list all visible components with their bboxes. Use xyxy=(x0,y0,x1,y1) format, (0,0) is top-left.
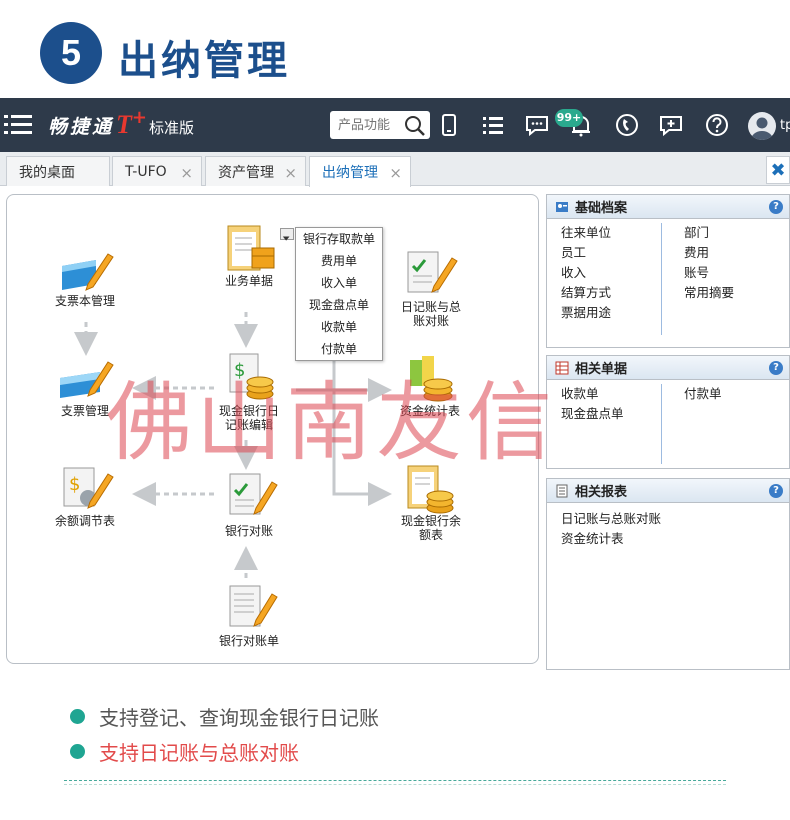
basic-link-department[interactable]: 部门 xyxy=(684,223,734,243)
bank-statement-icon[interactable] xyxy=(222,580,282,636)
feature-bullet-1: 支持登记、查询现金银行日记账 xyxy=(70,702,379,731)
node-balance-line-2: 额表 xyxy=(418,528,443,542)
basic-link-summary[interactable]: 常用摘要 xyxy=(684,283,734,303)
node-balance-adjust-label[interactable]: 余额调节表 xyxy=(46,514,124,528)
node-journal-gl-line-2: 账对账 xyxy=(412,314,449,328)
node-balance-line-1: 现金银行余 xyxy=(400,514,461,528)
dropdown-arrow-icon xyxy=(282,236,290,241)
feature-bullet-2-text: 支持日记账与总账对账 xyxy=(99,741,299,765)
basic-link-expense[interactable]: 费用 xyxy=(684,243,734,263)
arrow-journal-to-balance xyxy=(332,390,392,506)
node-journal-gl-line-1: 日记账与总 xyxy=(400,300,461,314)
report-link-fund-stats[interactable]: 资金统计表 xyxy=(561,529,661,549)
contacts-icon xyxy=(556,201,568,212)
node-fund-stats-label[interactable]: 资金统计表 xyxy=(392,404,468,418)
node-balance-label[interactable]: 现金银行余 额表 xyxy=(392,514,470,542)
node-reconcile-label[interactable]: 银行对账 xyxy=(214,524,284,538)
business-docs-dropdown: 银行存取款单 费用单 收入单 现金盘点单 收款单 付款单 xyxy=(295,227,383,361)
dropdown-item-receipt[interactable]: 收款单 xyxy=(296,316,382,338)
related-reports-header: 相关报表 ? xyxy=(547,479,789,503)
bullet-dot-icon xyxy=(70,709,85,724)
check-icon[interactable] xyxy=(56,354,116,410)
basic-files-panel: 基础档案 ? 往来单位 员工 收入 结算方式 票据用途 部门 费用 账号 常用摘… xyxy=(546,194,790,348)
divider-line xyxy=(64,780,726,781)
node-journal-line-1: 现金银行日 xyxy=(218,404,279,418)
panel-divider xyxy=(661,223,662,335)
related-docs-right-col: 付款单 xyxy=(684,384,722,404)
fund-stats-icon[interactable] xyxy=(402,352,462,408)
basic-link-income[interactable]: 收入 xyxy=(561,263,611,283)
bullet-dot-icon xyxy=(70,744,85,759)
node-business-docs-label[interactable]: 业务单据 xyxy=(214,274,284,288)
related-docs-left-col: 收款单 现金盘点单 xyxy=(561,384,624,424)
dropdown-item-payment[interactable]: 付款单 xyxy=(296,338,382,360)
basic-files-header: 基础档案 ? xyxy=(547,195,789,219)
basic-files-left-col: 往来单位 员工 收入 结算方式 票据用途 xyxy=(561,223,611,323)
help-icon[interactable]: ? xyxy=(769,200,783,214)
business-docs-icon[interactable] xyxy=(222,222,282,278)
svg-text:$: $ xyxy=(69,474,80,495)
panel-divider xyxy=(661,384,662,464)
cash-bank-balance-icon[interactable] xyxy=(402,462,462,518)
doc-link-cash-count[interactable]: 现金盘点单 xyxy=(561,404,624,424)
basic-link-employees[interactable]: 员工 xyxy=(561,243,611,263)
divider-line xyxy=(64,784,726,785)
basic-link-settlement[interactable]: 结算方式 xyxy=(561,283,611,303)
basic-files-title: 基础档案 xyxy=(575,201,628,216)
dropdown-item-cash-count[interactable]: 现金盘点单 xyxy=(296,294,382,316)
help-icon[interactable]: ? xyxy=(769,484,783,498)
doc-link-receipt[interactable]: 收款单 xyxy=(561,384,624,404)
report-icon xyxy=(556,484,568,497)
basic-link-bill-usage[interactable]: 票据用途 xyxy=(561,303,611,323)
dropdown-item-expense[interactable]: 费用单 xyxy=(296,250,382,272)
chevron-down-icon[interactable] xyxy=(280,228,294,241)
node-checkbook-label[interactable]: 支票本管理 xyxy=(48,294,122,308)
journal-gl-recon-icon[interactable] xyxy=(402,246,462,302)
feature-bullet-1-text: 支持登记、查询现金银行日记账 xyxy=(99,706,379,730)
svg-text:$: $ xyxy=(234,360,245,381)
feature-bullet-2: 支持日记账与总账对账 xyxy=(70,737,299,766)
dropdown-item-bank-deposit[interactable]: 银行存取款单 xyxy=(296,228,382,250)
basic-files-right-col: 部门 费用 账号 常用摘要 xyxy=(684,223,734,303)
basic-files-body: 往来单位 员工 收入 结算方式 票据用途 部门 费用 账号 常用摘要 xyxy=(547,219,789,347)
related-reports-list: 日记账与总账对账 资金统计表 xyxy=(561,509,661,549)
bank-reconcile-icon[interactable] xyxy=(222,468,282,524)
balance-adjust-icon[interactable]: $ xyxy=(56,462,116,518)
node-journal-line-2: 记账编辑 xyxy=(224,418,273,432)
table-icon xyxy=(555,361,569,374)
doc-link-payment[interactable]: 付款单 xyxy=(684,384,722,404)
cash-bank-journal-icon[interactable]: $ xyxy=(222,350,282,406)
node-statement-label[interactable]: 银行对账单 xyxy=(210,634,288,648)
help-icon[interactable]: ? xyxy=(769,361,783,375)
related-docs-panel: 相关单据 ? 收款单 现金盘点单 付款单 xyxy=(546,355,790,469)
report-link-journal-gl[interactable]: 日记账与总账对账 xyxy=(561,509,661,529)
related-reports-body: 日记账与总账对账 资金统计表 xyxy=(547,503,789,669)
related-reports-panel: 相关报表 ? 日记账与总账对账 资金统计表 xyxy=(546,478,790,670)
dropdown-item-income[interactable]: 收入单 xyxy=(296,272,382,294)
basic-link-customers[interactable]: 往来单位 xyxy=(561,223,611,243)
node-journal-label[interactable]: 现金银行日 记账编辑 xyxy=(208,404,290,432)
related-docs-body: 收款单 现金盘点单 付款单 xyxy=(547,380,789,468)
node-journal-gl-label[interactable]: 日记账与总 账对账 xyxy=(394,300,468,328)
related-docs-title: 相关单据 xyxy=(575,362,628,377)
related-reports-title: 相关报表 xyxy=(575,485,628,500)
related-docs-header: 相关单据 ? xyxy=(547,356,789,380)
basic-link-account[interactable]: 账号 xyxy=(684,263,734,283)
node-check-label[interactable]: 支票管理 xyxy=(48,404,122,418)
